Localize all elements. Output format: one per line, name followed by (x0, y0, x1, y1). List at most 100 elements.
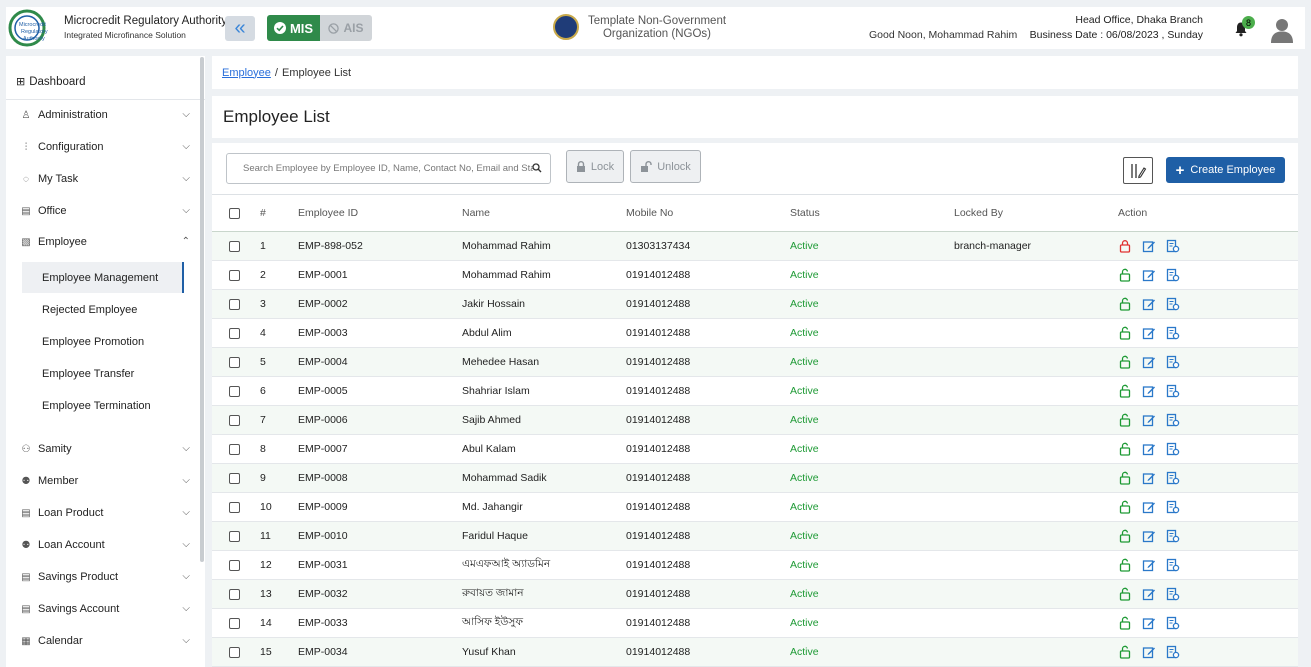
view-details-icon[interactable] (1166, 413, 1180, 427)
row-checkbox[interactable] (229, 240, 240, 252)
view-details-icon[interactable] (1166, 587, 1180, 601)
unlock-icon[interactable] (1118, 355, 1132, 369)
view-details-icon[interactable] (1166, 471, 1180, 485)
view-details-icon[interactable] (1166, 297, 1180, 311)
view-details-icon[interactable] (1166, 645, 1180, 659)
view-details-icon[interactable] (1166, 268, 1180, 282)
table-row[interactable]: 2 EMP-0001 Mohammad Rahim 01914012488 Active (212, 261, 1298, 290)
sidebar-item-loan-account[interactable]: ⚉ Loan Account ⌵ (20, 536, 190, 554)
sidebar-item-savings-product[interactable]: ▤ Savings Product ⌵ (20, 568, 190, 586)
unlock-icon[interactable] (1118, 297, 1132, 311)
unlock-icon[interactable] (1118, 616, 1132, 630)
unlock-icon[interactable] (1118, 471, 1132, 485)
sidebar-item-my-task[interactable]: ◌ My Task ⌵ (20, 170, 190, 188)
table-row[interactable]: 11 EMP-0010 Faridul Haque 01914012488 Active (212, 522, 1298, 551)
row-checkbox[interactable] (229, 472, 240, 484)
unlock-icon[interactable] (1118, 384, 1132, 398)
sidebar-subitem-employee-transfer[interactable]: Employee Transfer (22, 358, 184, 389)
search-input[interactable]: Search Employee by Employee ID, Name, Co… (226, 153, 551, 184)
view-details-icon[interactable] (1166, 384, 1180, 398)
table-row[interactable]: 10 EMP-0009 Md. Jahangir 01914012488 Active (212, 493, 1298, 522)
sidebar-collapse-button[interactable]: « (225, 16, 255, 41)
unlock-icon[interactable] (1118, 442, 1132, 456)
table-row[interactable]: 12 EMP-0031 এমএফআই অ্যাডমিন 01914012488 Acti… (212, 551, 1298, 580)
edit-icon[interactable] (1142, 616, 1156, 630)
table-row[interactable]: 8 EMP-0007 Abul Kalam 01914012488 Active (212, 435, 1298, 464)
create-employee-button[interactable]: + Create Employee (1166, 157, 1285, 183)
view-details-icon[interactable] (1166, 355, 1180, 369)
view-details-icon[interactable] (1166, 326, 1180, 340)
row-checkbox[interactable] (229, 501, 240, 513)
sidebar-item-loan-product[interactable]: ▤ Loan Product ⌵ (20, 504, 190, 522)
unlock-icon[interactable] (1118, 587, 1132, 601)
edit-icon[interactable] (1142, 442, 1156, 456)
edit-icon[interactable] (1142, 413, 1156, 427)
table-row[interactable]: 3 EMP-0002 Jakir Hossain 01914012488 Active (212, 290, 1298, 319)
table-row[interactable]: 14 EMP-0033 আসিফ ইউসুফ 01914012488 Active (212, 609, 1298, 638)
row-checkbox[interactable] (229, 356, 240, 368)
sidebar-item-calendar[interactable]: ▦ Calendar ⌵ (20, 632, 190, 650)
breadcrumb-link-employee[interactable]: Employee (222, 67, 271, 79)
unlock-icon[interactable] (1118, 529, 1132, 543)
view-details-icon[interactable] (1166, 500, 1180, 514)
edit-icon[interactable] (1142, 529, 1156, 543)
unlock-icon[interactable] (1118, 645, 1132, 659)
sidebar-subitem-employee-promotion[interactable]: Employee Promotion (22, 326, 184, 357)
edit-icon[interactable] (1142, 355, 1156, 369)
table-row[interactable]: 7 EMP-0006 Sajib Ahmed 01914012488 Active (212, 406, 1298, 435)
table-row[interactable]: 9 EMP-0008 Mohammad Sadik 01914012488 Active (212, 464, 1298, 493)
edit-icon[interactable] (1142, 471, 1156, 485)
row-checkbox[interactable] (229, 414, 240, 426)
mis-toggle-button[interactable]: MIS (267, 15, 320, 41)
view-details-icon[interactable] (1166, 442, 1180, 456)
mra-logo[interactable]: Microcredit Regulatory Authority (8, 9, 58, 47)
row-checkbox[interactable] (229, 588, 240, 600)
view-details-icon[interactable] (1166, 616, 1180, 630)
edit-icon[interactable] (1142, 239, 1156, 253)
edit-icon[interactable] (1142, 558, 1156, 572)
edit-icon[interactable] (1142, 645, 1156, 659)
sidebar-subitem-rejected-employee[interactable]: Rejected Employee (22, 294, 184, 325)
sidebar-item-member[interactable]: ⚉ Member ⌵ (20, 472, 190, 490)
sidebar-scrollbar[interactable] (200, 57, 204, 562)
row-checkbox[interactable] (229, 269, 240, 281)
view-details-icon[interactable] (1166, 239, 1180, 253)
column-settings-button[interactable] (1123, 157, 1153, 184)
view-details-icon[interactable] (1166, 558, 1180, 572)
select-all-checkbox[interactable] (229, 207, 240, 219)
lock-icon[interactable] (1118, 239, 1132, 253)
row-checkbox[interactable] (229, 530, 240, 542)
table-row[interactable]: 6 EMP-0005 Shahriar Islam 01914012488 Active (212, 377, 1298, 406)
edit-icon[interactable] (1142, 500, 1156, 514)
edit-icon[interactable] (1142, 587, 1156, 601)
sidebar-item-office[interactable]: ▤ Office ⌵ (20, 202, 190, 220)
unlock-icon[interactable] (1118, 500, 1132, 514)
table-row[interactable]: 15 EMP-0034 Yusuf Khan 01914012488 Active (212, 638, 1298, 667)
ais-toggle-button[interactable]: AIS (320, 15, 372, 41)
row-checkbox[interactable] (229, 385, 240, 397)
row-checkbox[interactable] (229, 646, 240, 658)
table-row[interactable]: 13 EMP-0032 রুবায়ত জামান 01914012488 Active (212, 580, 1298, 609)
row-checkbox[interactable] (229, 559, 240, 571)
edit-icon[interactable] (1142, 326, 1156, 340)
sidebar-item-administration[interactable]: ♙ Administration ⌵ (20, 106, 190, 124)
unlock-icon[interactable] (1118, 326, 1132, 340)
row-checkbox[interactable] (229, 327, 240, 339)
edit-icon[interactable] (1142, 297, 1156, 311)
table-row[interactable]: 4 EMP-0003 Abdul Alim 01914012488 Active (212, 319, 1298, 348)
sidebar-subitem-employee-management[interactable]: Employee Management (22, 262, 184, 293)
unlock-icon[interactable] (1118, 558, 1132, 572)
table-row[interactable]: 5 EMP-0004 Mehedee Hasan 01914012488 Active (212, 348, 1298, 377)
sidebar-subitem-employee-termination[interactable]: Employee Termination (22, 390, 184, 421)
sidebar-item-samity[interactable]: ⚇ Samity ⌵ (20, 440, 190, 458)
row-checkbox[interactable] (229, 298, 240, 310)
user-avatar-icon[interactable] (1270, 17, 1294, 43)
sidebar-item-employee[interactable]: ▧ Employee ⌃ (20, 233, 190, 251)
row-checkbox[interactable] (229, 443, 240, 455)
unlock-icon[interactable] (1118, 413, 1132, 427)
unlock-button[interactable]: Unlock (630, 150, 701, 183)
unlock-icon[interactable] (1118, 268, 1132, 282)
sidebar-item-configuration[interactable]: ⫶ Configuration ⌵ (20, 138, 190, 156)
sidebar-item-savings-account[interactable]: ▤ Savings Account ⌵ (20, 600, 190, 618)
table-row[interactable]: 1 EMP-898-052 Mohammad Rahim 01303137434 Act… (212, 232, 1298, 261)
